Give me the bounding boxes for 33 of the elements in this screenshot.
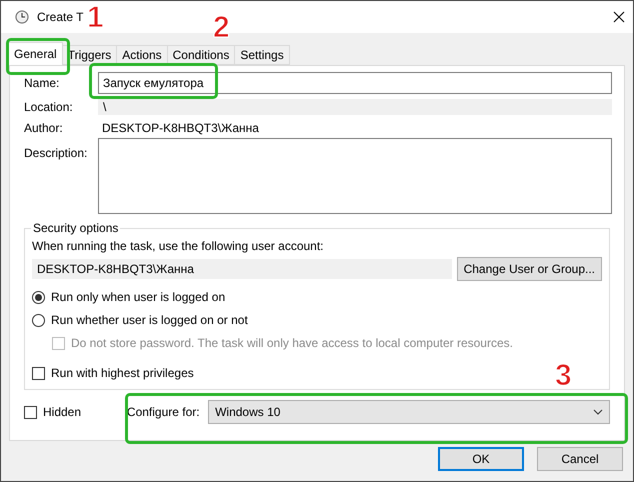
close-icon[interactable] bbox=[613, 11, 625, 23]
field-label: Author: bbox=[24, 121, 64, 135]
checkbox[interactable] bbox=[32, 366, 45, 380]
option-label: Run whether user is logged on or not bbox=[51, 313, 248, 327]
option-label: Run with highest privileges bbox=[51, 366, 194, 380]
window-title: Create T bbox=[37, 10, 84, 24]
field-label: Description: bbox=[24, 145, 88, 160]
account-field: DESKTOP-K8HBQT3\Жанна bbox=[32, 259, 452, 279]
option-label: Do not store password. The task will only have access to local computer resources. bbox=[71, 336, 513, 350]
tab[interactable]: General bbox=[8, 42, 63, 65]
radio-button[interactable] bbox=[32, 314, 45, 326]
dialog-button[interactable]: OK bbox=[438, 447, 524, 471]
field-label: Location: bbox=[24, 100, 74, 114]
checkbox[interactable] bbox=[24, 406, 37, 418]
option-label: Run only when user is logged on bbox=[51, 290, 226, 304]
tab[interactable]: Conditions bbox=[166, 45, 236, 65]
chevron-down-icon bbox=[593, 409, 604, 415]
clock-icon bbox=[15, 10, 29, 24]
highlight-frame bbox=[6, 38, 70, 75]
dialog-button[interactable]: Cancel bbox=[537, 447, 623, 471]
option-label: Hidden bbox=[43, 405, 82, 419]
change-user-button[interactable]: Change User or Group... bbox=[456, 257, 602, 281]
location-field: \ bbox=[98, 99, 612, 115]
group-title: Security options bbox=[31, 221, 120, 235]
name-field[interactable]: Запуск емулятора bbox=[98, 72, 612, 94]
description-field[interactable] bbox=[98, 138, 612, 214]
field-label: Configure for: bbox=[126, 405, 201, 419]
radio-button[interactable] bbox=[32, 290, 45, 304]
account-prompt: When running the task, use the following user account: bbox=[32, 239, 324, 253]
tab[interactable]: Settings bbox=[234, 45, 290, 65]
author-value: DESKTOP-K8HBQT3\Жанна bbox=[101, 121, 260, 135]
field-label: Name: bbox=[24, 76, 60, 90]
configure-dropdown[interactable]: Windows 10 bbox=[208, 400, 610, 424]
